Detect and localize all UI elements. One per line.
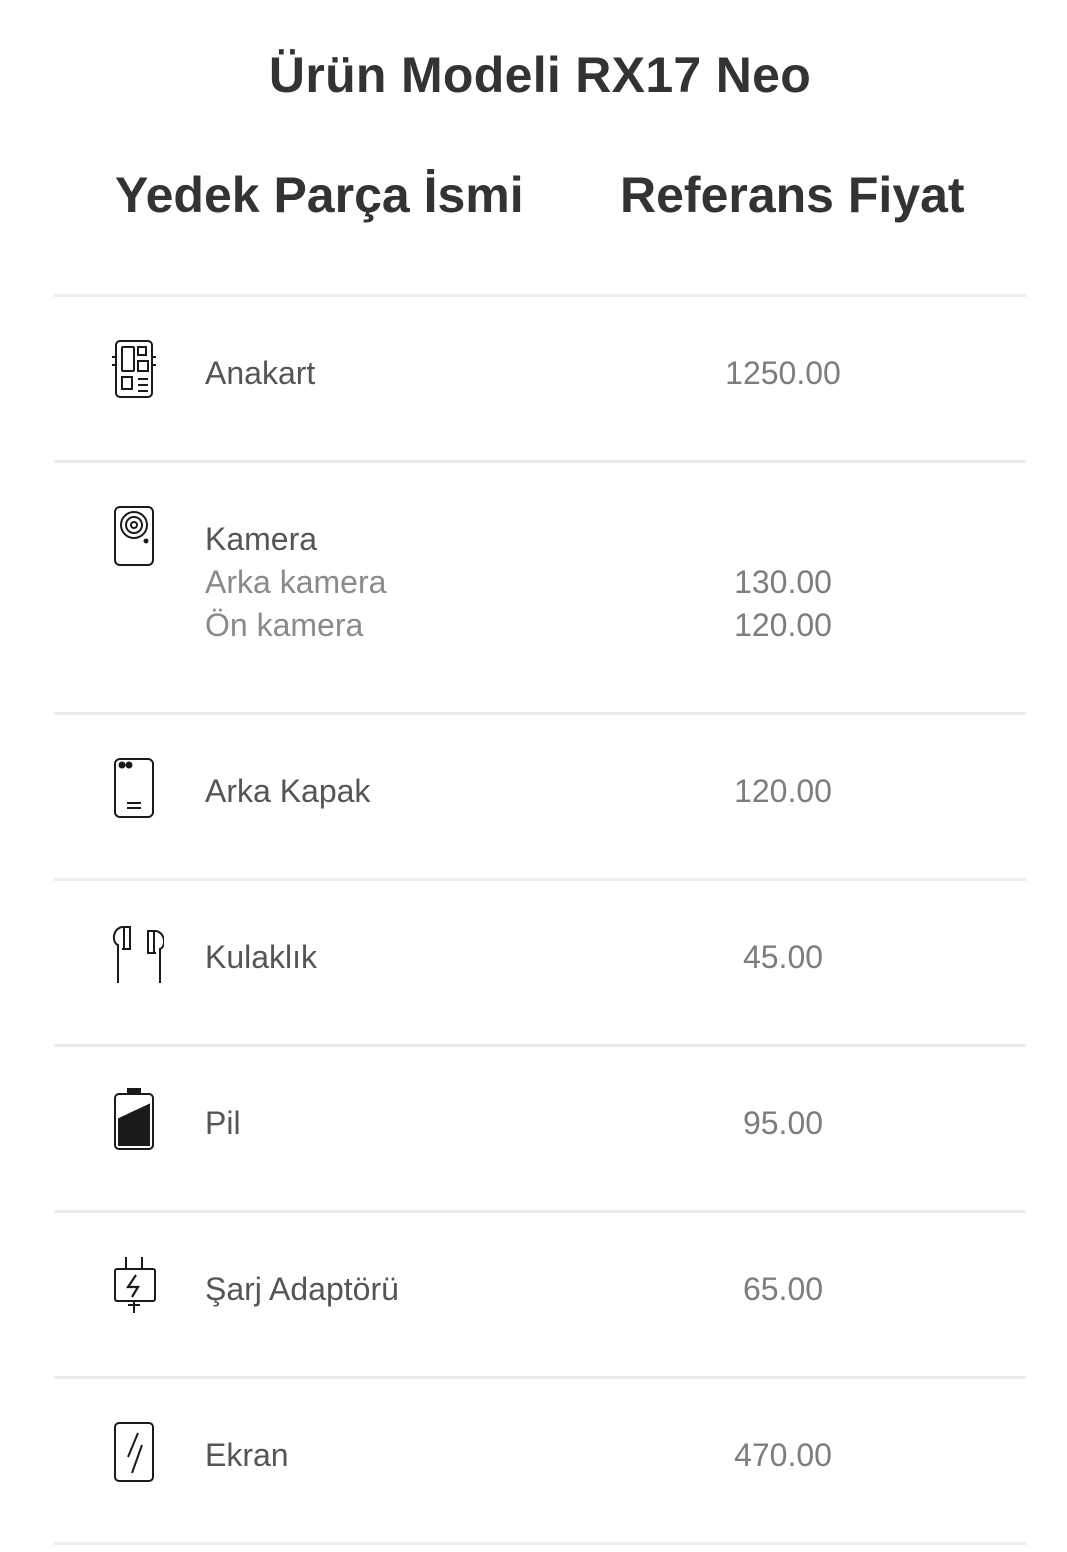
divider — [54, 460, 1026, 463]
part-price: 95.00 — [742, 1105, 824, 1141]
motherboard-icon — [108, 337, 164, 401]
part-price: 470.00 — [734, 1437, 832, 1473]
camera-icon — [108, 503, 164, 567]
divider — [54, 1376, 1026, 1379]
part-price: 120.00 — [734, 773, 832, 809]
sub-part-price: 130.00 — [734, 564, 832, 600]
column-header-name: Yedek Parça İsmi — [115, 167, 524, 223]
part-price: 45.00 — [742, 939, 824, 975]
part-price: 1250.00 — [725, 355, 841, 391]
part-name: Kulaklık — [205, 939, 318, 975]
part-name: Kamera — [205, 521, 318, 557]
screen-icon — [108, 1419, 164, 1483]
part-name: Şarj Adaptörü — [205, 1271, 399, 1307]
page-title: Ürün Modeli RX17 Neo — [268, 47, 812, 103]
sub-part-price: 120.00 — [734, 607, 832, 643]
sub-part-name: Ön kamera — [205, 607, 364, 643]
part-price: 65.00 — [742, 1271, 824, 1307]
back-cover-icon — [108, 755, 164, 819]
part-name: Ekran — [205, 1437, 289, 1473]
divider — [54, 294, 1026, 297]
part-name: Anakart — [205, 355, 316, 391]
part-name: Arka Kapak — [205, 773, 371, 809]
divider — [54, 1044, 1026, 1047]
earphones-icon — [108, 921, 164, 985]
battery-icon — [108, 1087, 164, 1151]
divider — [54, 1210, 1026, 1213]
charger-icon — [108, 1253, 164, 1317]
sub-part-name: Arka kamera — [205, 564, 387, 600]
part-name: Pil — [205, 1105, 241, 1141]
divider — [54, 878, 1026, 881]
column-header-price: Referans Fiyat — [620, 167, 965, 223]
divider — [54, 712, 1026, 715]
divider — [54, 1542, 1026, 1545]
